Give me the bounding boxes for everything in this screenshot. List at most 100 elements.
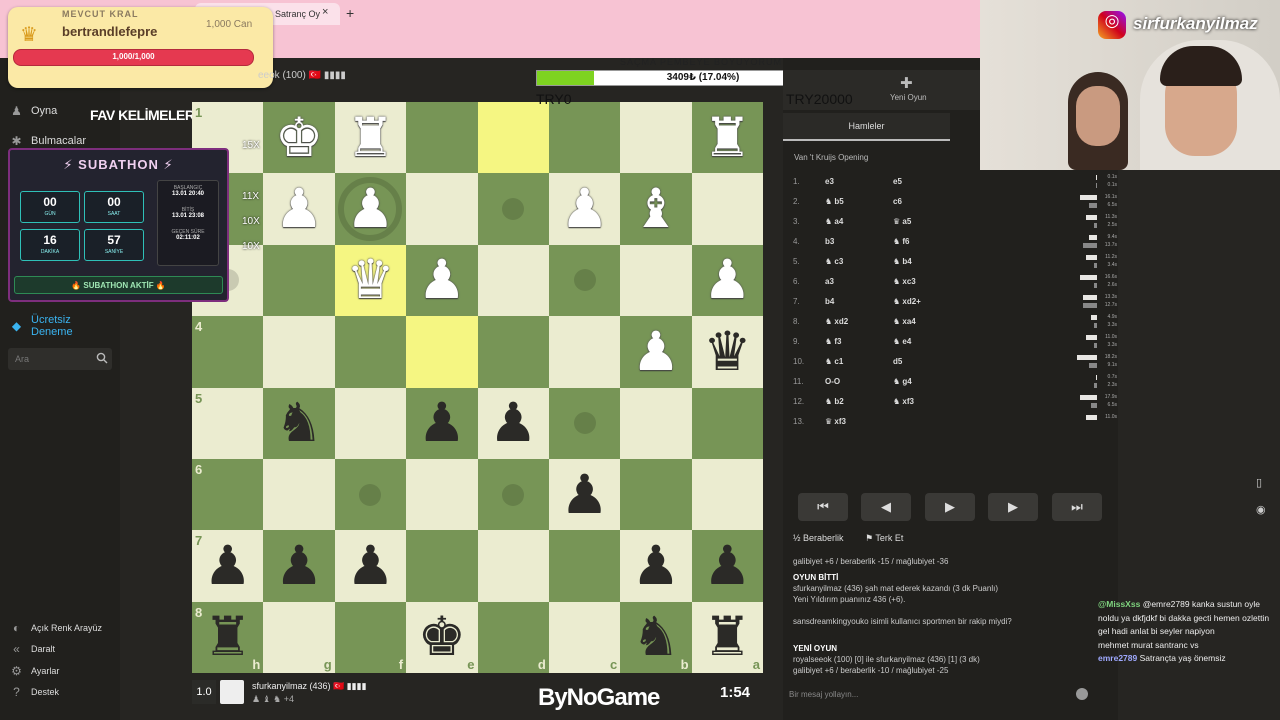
next-move-button[interactable]: ▶: [988, 493, 1038, 521]
black-move[interactable]: ♞ b4: [893, 257, 912, 266]
board-square[interactable]: [548, 387, 621, 459]
resign-button[interactable]: ⚑ Terk Et: [865, 533, 903, 544]
board-square[interactable]: b ♞: [620, 601, 692, 673]
board-square[interactable]: [691, 173, 763, 245]
board-square[interactable]: [263, 316, 335, 388]
board-square[interactable]: [263, 458, 335, 531]
move-row[interactable]: 12. ♞ b2 ♞ xf3 17.9s 6.5s: [783, 392, 1117, 412]
black-king-piece[interactable]: ♚: [418, 610, 466, 664]
board-square[interactable]: ♟: [691, 244, 763, 317]
opponent-name[interactable]: eeok (100) 🇹🇷 ▮▮▮▮: [258, 70, 346, 81]
move-row[interactable]: 11. O-O ♞ g4 0.7s 2.3s: [783, 372, 1117, 392]
avatar[interactable]: [220, 680, 244, 704]
board-square[interactable]: [334, 316, 407, 388]
white-move[interactable]: O-O: [825, 377, 840, 386]
black-move[interactable]: ♞ xd2+: [893, 297, 921, 306]
board-square[interactable]: 5: [192, 387, 264, 459]
chat-input[interactable]: Bir mesaj yollayın...: [789, 690, 858, 699]
black-move[interactable]: ♞ xa4: [893, 317, 916, 326]
move-row[interactable]: 10. ♞ c1 d5 18.2s 9.1s: [783, 352, 1117, 372]
board-square[interactable]: [477, 530, 549, 602]
white-move[interactable]: ♛ xf3: [825, 417, 846, 426]
board-square[interactable]: ♝: [620, 173, 692, 245]
board-square[interactable]: ♟: [263, 173, 335, 245]
white-move[interactable]: b3: [825, 237, 834, 246]
board-square[interactable]: f: [334, 601, 407, 673]
white-pawn-piece[interactable]: ♟: [418, 253, 466, 307]
move-row[interactable]: 7. b4 ♞ xd2+ 13.3s 12.7s: [783, 292, 1117, 312]
black-move[interactable]: ♞ xf3: [893, 397, 914, 406]
move-row[interactable]: 8. ♞ xd2 ♞ xa4 4.9s 3.3s: [783, 312, 1117, 332]
emoji-icon[interactable]: [1076, 688, 1088, 700]
black-pawn-piece[interactable]: ♟: [632, 539, 680, 593]
sidebar-item-collapse[interactable]: « Daralt: [10, 642, 55, 656]
plus-icon[interactable]: ✚: [900, 74, 913, 92]
board-square[interactable]: d: [477, 601, 549, 673]
move-hint-dot[interactable]: [573, 269, 596, 292]
white-move[interactable]: a3: [825, 277, 834, 286]
board-square[interactable]: [406, 102, 478, 174]
black-move[interactable]: ♞ f6: [893, 237, 910, 246]
board-square[interactable]: [477, 244, 549, 317]
black-pawn-piece[interactable]: ♟: [346, 539, 394, 593]
board-square[interactable]: ♟: [334, 173, 407, 245]
board-square[interactable]: ♟: [334, 530, 407, 602]
board-square[interactable]: e ♚: [406, 601, 478, 673]
player-name[interactable]: sfurkanyilmaz (436) 🇹🇷 ▮▮▮▮: [252, 681, 367, 692]
black-pawn-piece[interactable]: ♟: [489, 396, 537, 450]
tab-moves[interactable]: Hamleler: [783, 113, 950, 141]
board-square[interactable]: ♟: [477, 387, 549, 459]
move-hint-dot[interactable]: [502, 198, 525, 221]
new-tab-icon[interactable]: +: [346, 5, 354, 21]
sidebar-item-trial[interactable]: ◆ Ücretsiz Deneme: [10, 314, 110, 338]
board-square[interactable]: ♞: [263, 387, 335, 459]
board-square[interactable]: [334, 387, 407, 459]
board-square[interactable]: [620, 458, 692, 531]
black-rook-piece[interactable]: ♜: [203, 610, 251, 664]
board-square[interactable]: 8 h ♜: [192, 601, 264, 673]
move-row[interactable]: 3. ♞ a4 ♛ a5 11.3s 2.5s: [783, 212, 1117, 232]
move-row[interactable]: 9. ♞ f3 ♞ e4 11.0s 3.3s: [783, 332, 1117, 352]
last-move-button[interactable]: ⏭: [1052, 493, 1102, 521]
tab-close-icon[interactable]: ×: [322, 6, 328, 18]
board-square[interactable]: ♟: [548, 173, 621, 245]
black-move[interactable]: e5: [893, 177, 902, 186]
play-button[interactable]: ▶: [925, 493, 975, 521]
board-square[interactable]: [477, 316, 549, 388]
white-move[interactable]: ♞ c3: [825, 257, 843, 266]
move-row[interactable]: 1. e3 e5 0.1s 0.1s: [783, 172, 1117, 192]
white-pawn-piece[interactable]: ♟: [632, 325, 680, 379]
board-square[interactable]: [263, 244, 335, 317]
board-square[interactable]: ♟: [406, 387, 478, 459]
board-square[interactable]: [477, 102, 549, 174]
black-pawn-piece[interactable]: ♟: [560, 468, 608, 522]
first-move-button[interactable]: ⏮: [798, 493, 848, 521]
white-move[interactable]: ♞ c1: [825, 357, 843, 366]
new-game-button[interactable]: Yeni Oyun: [890, 93, 927, 102]
chrome-icon[interactable]: ◉: [1256, 503, 1272, 516]
black-move[interactable]: ♛ a5: [893, 217, 911, 226]
white-pawn-piece[interactable]: ♟: [275, 182, 323, 236]
board-square[interactable]: [477, 458, 549, 531]
chess-board[interactable]: 1 ♚ ♜ ♜ ♟ ♟ ♟ ♝ ♛ ♟ ♟ 4 ♟ ♛ 5 ♞ ♟ ♟ 6 ♟ 7 ♟ ♟ ♟ ♟ ♟ 8 h ♜ g f e ♚ d c b ♞ a ♜: [192, 102, 763, 673]
board-square[interactable]: ♟: [548, 458, 621, 531]
board-square[interactable]: 6: [192, 458, 264, 531]
white-move[interactable]: ♞ b2: [825, 397, 844, 406]
white-move[interactable]: ♞ b5: [825, 197, 844, 206]
board-square[interactable]: [691, 387, 763, 459]
black-move[interactable]: c6: [893, 197, 902, 206]
prev-move-button[interactable]: ◀: [861, 493, 911, 521]
board-square[interactable]: [620, 102, 692, 174]
search-icon[interactable]: [96, 352, 108, 364]
sidebar-item-oyna[interactable]: ♟ Oyna: [10, 104, 57, 118]
black-move[interactable]: d5: [893, 357, 902, 366]
board-square[interactable]: g: [263, 601, 335, 673]
board-square[interactable]: [406, 530, 478, 602]
move-row[interactable]: 5. ♞ c3 ♞ b4 11.2s 3.4s: [783, 252, 1117, 272]
black-knight-piece[interactable]: ♞: [275, 396, 323, 450]
move-hint-dot[interactable]: [359, 483, 382, 506]
white-king-piece[interactable]: ♚: [275, 111, 323, 165]
book-icon[interactable]: ▯: [1256, 476, 1272, 489]
board-square[interactable]: c: [548, 601, 621, 673]
white-move[interactable]: ♞ a4: [825, 217, 843, 226]
